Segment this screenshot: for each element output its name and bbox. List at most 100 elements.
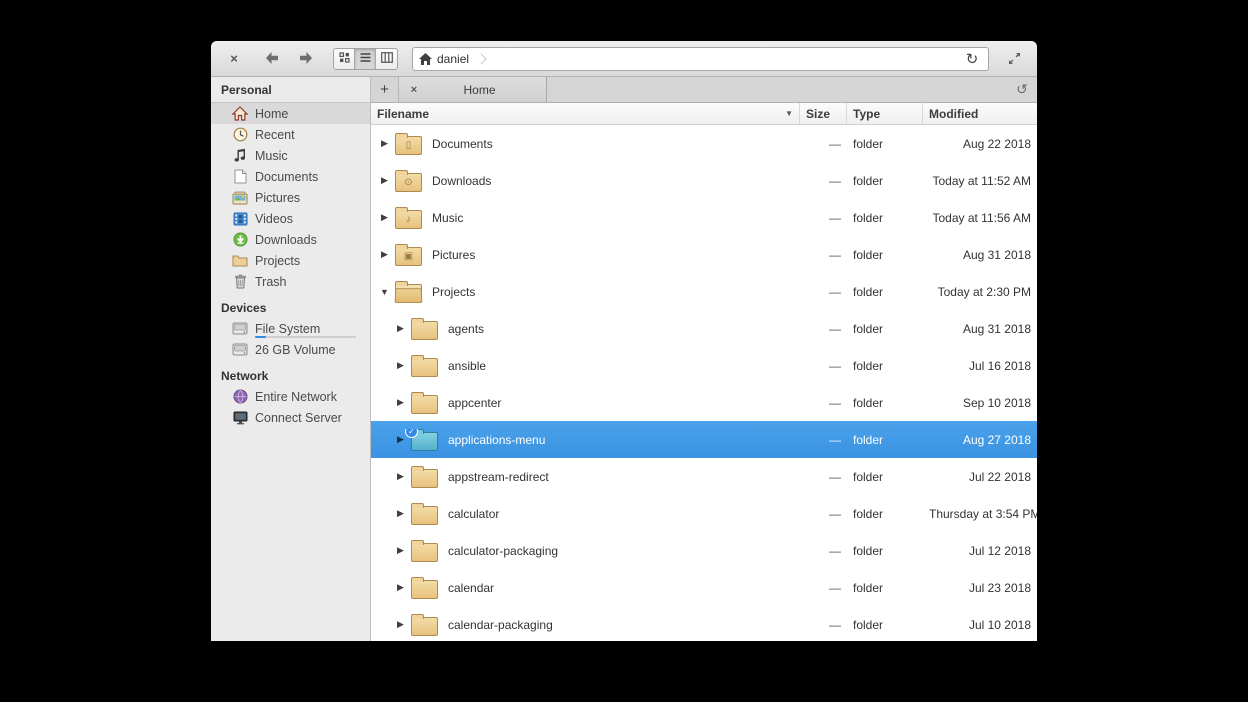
column-header-size[interactable]: Size (800, 103, 847, 124)
grid-view-button[interactable] (334, 49, 355, 69)
tab-close-button[interactable]: × (407, 83, 421, 97)
filename-cell: ▶appcenter (371, 392, 800, 414)
folder-icon (411, 506, 438, 525)
expand-expander-icon[interactable]: ▶ (395, 397, 406, 408)
new-tab-button[interactable]: + (371, 77, 399, 102)
file-row-appcenter[interactable]: ▶appcenter—folderSep 10 2018 (371, 384, 1037, 421)
column-view-button[interactable] (376, 49, 397, 69)
filename-cell: ▶♪Music (371, 207, 800, 229)
sidebar-item-file-system[interactable]: File System (211, 318, 370, 339)
expand-expander-icon[interactable]: ▶ (395, 360, 406, 371)
file-row-calculator[interactable]: ▶calculator—folderThursday at 3:54 PM (371, 495, 1037, 532)
window-close-button[interactable]: × (223, 48, 245, 70)
tab-bar-spacer (547, 77, 1007, 102)
filename-label: ansible (448, 359, 486, 373)
expand-expander-icon[interactable]: ▶ (395, 434, 406, 445)
file-row-calculator-packaging[interactable]: ▶calculator-packaging—folderJul 12 2018 (371, 532, 1037, 569)
sidebar-item-26-gb-volume[interactable]: 26 GB Volume (211, 339, 370, 360)
sort-descending-icon: ▼ (785, 109, 793, 118)
filename-label: agents (448, 322, 484, 336)
network-icon (232, 389, 248, 405)
back-arrow-icon (264, 51, 280, 67)
sidebar-item-recent[interactable]: Recent (211, 124, 370, 145)
expand-expander-icon[interactable]: ▶ (379, 212, 390, 223)
filename-label: appstream-redirect (448, 470, 549, 484)
file-row-calendar-packaging[interactable]: ▶calendar-packaging—folderJul 10 2018 (371, 606, 1037, 641)
type-cell: folder (847, 507, 923, 521)
folder-icon (411, 617, 438, 636)
tab-bar: + × Home ↺ (371, 77, 1037, 103)
filename-cell: ▶▯Documents (371, 133, 800, 155)
restore-tabs-history-icon[interactable]: ↺ (1007, 77, 1037, 102)
expand-expander-icon[interactable]: ▶ (379, 138, 390, 149)
type-cell: folder (847, 470, 923, 484)
expand-expander-icon[interactable]: ▶ (379, 175, 390, 186)
folder-icon (411, 395, 438, 414)
filename-label: calculator-packaging (448, 544, 558, 558)
filename-cell: ▼Projects (371, 281, 800, 303)
modified-cell: Aug 27 2018 (923, 433, 1037, 447)
pathbar[interactable]: daniel ↻ (412, 47, 989, 71)
column-header-modified[interactable]: Modified (923, 103, 1037, 124)
fullscreen-expand-icon[interactable] (1003, 48, 1025, 70)
folder-icon (411, 469, 438, 488)
column-header-filename[interactable]: Filename▼ (371, 103, 800, 124)
expand-expander-icon[interactable]: ▶ (395, 582, 406, 593)
column-header-type[interactable]: Type (847, 103, 923, 124)
expand-expander-icon[interactable]: ▶ (395, 545, 406, 556)
expand-expander-icon[interactable]: ▶ (395, 619, 406, 630)
size-cell: — (800, 285, 847, 299)
file-row-agents[interactable]: ▶agents—folderAug 31 2018 (371, 310, 1037, 347)
sidebar: PersonalHomeRecentMusicDocumentsPictures… (211, 77, 371, 641)
folder-icon (411, 543, 438, 562)
refresh-icon[interactable]: ↻ (962, 49, 982, 69)
sidebar-item-downloads[interactable]: Downloads (211, 229, 370, 250)
forward-button[interactable] (291, 48, 321, 70)
content-pane: + × Home ↺ Filename▼SizeTypeModified ▶▯D… (371, 77, 1037, 641)
sidebar-item-home[interactable]: Home (211, 103, 370, 124)
size-cell: — (800, 322, 847, 336)
recent-icon (232, 127, 248, 143)
expand-expander-icon[interactable]: ▶ (379, 249, 390, 260)
expand-expander-icon[interactable]: ▶ (395, 323, 406, 334)
sidebar-item-connect-server[interactable]: Connect Server (211, 407, 370, 428)
tab-home[interactable]: × Home (399, 77, 547, 102)
music-emblem-icon: ♪ (396, 211, 421, 228)
sidebar-item-documents[interactable]: Documents (211, 166, 370, 187)
expand-expander-icon[interactable]: ▶ (395, 508, 406, 519)
sidebar-item-entire-network[interactable]: Entire Network (211, 386, 370, 407)
window-body: PersonalHomeRecentMusicDocumentsPictures… (211, 77, 1037, 641)
size-cell: — (800, 433, 847, 447)
size-cell: — (800, 396, 847, 410)
drive-icon (232, 342, 248, 358)
back-button[interactable] (257, 48, 287, 70)
file-manager-window: × daniel ↻ (211, 41, 1037, 641)
expand-expander-icon[interactable]: ▶ (395, 471, 406, 482)
file-row-music[interactable]: ▶♪Music—folderToday at 11:56 AM (371, 199, 1037, 236)
modified-cell: Jul 22 2018 (923, 470, 1037, 484)
file-row-appstream-redirect[interactable]: ▶appstream-redirect—folderJul 22 2018 (371, 458, 1037, 495)
sidebar-item-projects[interactable]: Projects (211, 250, 370, 271)
folder-icon (411, 580, 438, 599)
file-row-applications-menu[interactable]: ▶✓applications-menu—folderAug 27 2018 (371, 421, 1037, 458)
modified-cell: Sep 10 2018 (923, 396, 1037, 410)
filename-label: Documents (432, 137, 493, 151)
file-row-projects[interactable]: ▼Projects—folderToday at 2:30 PM (371, 273, 1037, 310)
list-view-button[interactable] (355, 49, 376, 69)
sidebar-item-trash[interactable]: Trash (211, 271, 370, 292)
sidebar-item-label: Connect Server (255, 411, 342, 425)
file-row-ansible[interactable]: ▶ansible—folderJul 16 2018 (371, 347, 1037, 384)
file-row-downloads[interactable]: ▶⊙Downloads—folderToday at 11:52 AM (371, 162, 1037, 199)
file-row-pictures[interactable]: ▶▣Pictures—folderAug 31 2018 (371, 236, 1037, 273)
file-row-documents[interactable]: ▶▯Documents—folderAug 22 2018 (371, 125, 1037, 162)
sidebar-item-music[interactable]: Music (211, 145, 370, 166)
size-cell: — (800, 248, 847, 262)
sidebar-item-videos[interactable]: Videos (211, 208, 370, 229)
collapse-expander-icon[interactable]: ▼ (379, 287, 390, 297)
breadcrumb[interactable]: daniel (437, 52, 469, 66)
sidebar-item-pictures[interactable]: Pictures (211, 187, 370, 208)
modified-cell: Today at 2:30 PM (923, 285, 1037, 299)
file-row-calendar[interactable]: ▶calendar—folderJul 23 2018 (371, 569, 1037, 606)
sidebar-item-label: Projects (255, 254, 300, 268)
folder-icon: ✓ (411, 432, 438, 451)
